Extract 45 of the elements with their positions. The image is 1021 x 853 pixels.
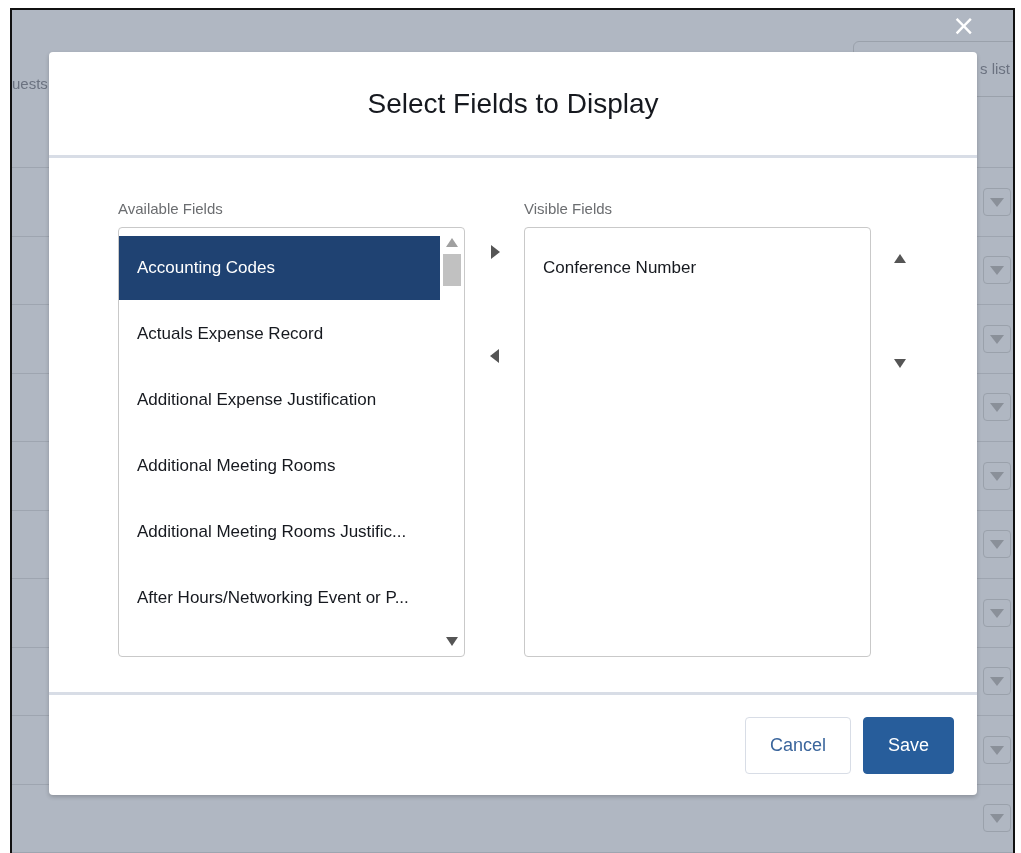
save-button[interactable]: Save <box>862 716 954 774</box>
modal-title: Select Fields to Display <box>367 87 659 120</box>
move-right-button[interactable] <box>488 245 501 259</box>
field-label: Visible Fields <box>524 200 614 217</box>
list-option[interactable]: After Hours/Networking Event or P... <box>119 566 440 630</box>
available-fields-listbox[interactable]: Accounting Codes Actuals Expense Record Additional Expense Justification Additional Meeting Rooms Additional Meeting Rooms Justific... After Hours/Networking Event or P... <box>118 227 465 657</box>
scrollbar-thumb[interactable] <box>443 254 461 286</box>
caret-icon <box>990 607 1004 618</box>
move-left-button[interactable] <box>488 349 501 363</box>
row-menu-button[interactable] <box>983 735 1011 764</box>
field-label: Available Fields <box>118 200 224 217</box>
caret-icon <box>990 813 1004 824</box>
row-menu-button[interactable] <box>983 667 1011 696</box>
row-menu-button[interactable] <box>983 393 1011 422</box>
row-menu-button[interactable] <box>983 324 1011 353</box>
visible-fields-listbox[interactable]: Conference Number <box>524 227 871 657</box>
caret-right-icon <box>488 245 501 259</box>
caret-icon <box>990 676 1004 687</box>
list-option[interactable]: Additional Meeting Rooms Justific... <box>119 500 440 564</box>
cancel-button[interactable]: Cancel <box>744 716 851 774</box>
caret-icon <box>990 402 1004 413</box>
row-menu-button[interactable] <box>983 804 1011 833</box>
scroll-up-icon <box>446 236 458 250</box>
scroll-down-icon <box>446 634 458 648</box>
row-menu-button[interactable] <box>983 530 1011 559</box>
row-menu-button[interactable] <box>983 256 1011 285</box>
list-option[interactable]: Actuals Expense Record <box>119 302 440 366</box>
caret-icon <box>990 470 1004 481</box>
caret-left-icon <box>488 349 501 363</box>
row-menu-button[interactable] <box>983 187 1011 216</box>
list-option[interactable]: Additional Meeting Rooms <box>119 434 440 498</box>
caret-icon <box>990 333 1004 344</box>
move-up-button[interactable] <box>894 252 906 266</box>
row-menu-button[interactable] <box>983 598 1011 627</box>
caret-icon <box>990 744 1004 755</box>
list-option[interactable]: Accounting Codes <box>119 236 440 300</box>
caret-down-icon <box>894 356 906 370</box>
list-option[interactable]: Additional Expense Justification <box>119 368 440 432</box>
move-down-button[interactable] <box>894 356 906 370</box>
caret-icon <box>990 196 1004 207</box>
caret-icon <box>990 265 1004 276</box>
row-menu-button[interactable] <box>983 461 1011 490</box>
caret-up-icon <box>894 252 906 266</box>
caret-icon <box>990 539 1004 550</box>
list-option[interactable]: Conference Number <box>525 236 870 300</box>
